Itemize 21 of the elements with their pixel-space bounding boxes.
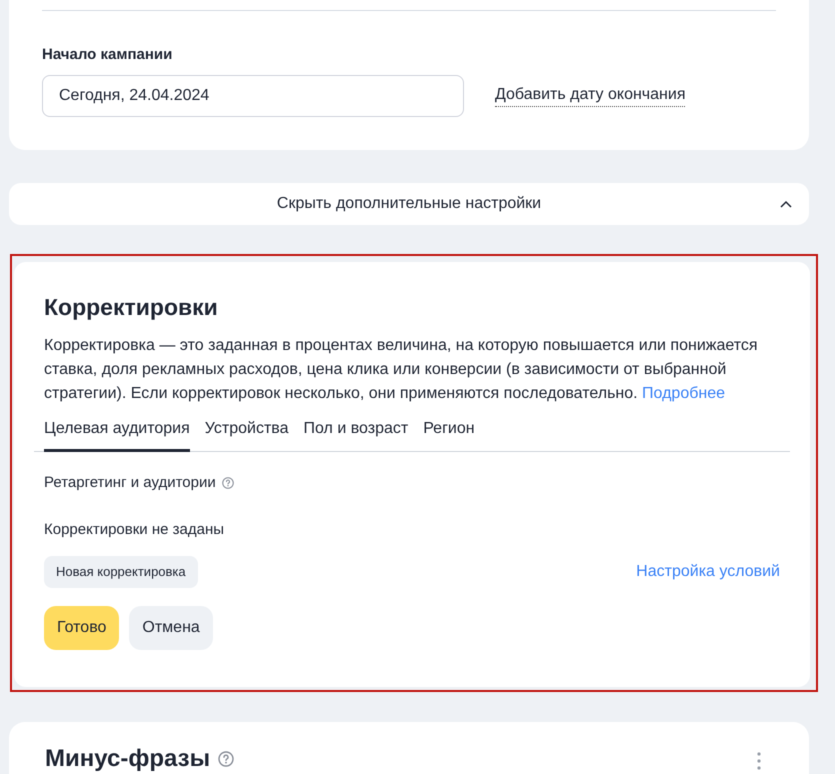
field-label: Начало кампании bbox=[42, 45, 174, 65]
new-adjustment-button[interactable]: Новая корректировка bbox=[44, 556, 198, 588]
tab[interactable]: Регион bbox=[423, 414, 475, 452]
toggle-settings-bar[interactable]: Скрыть дополнительные настройки bbox=[9, 182, 809, 224]
section-title: Минус-фразы bbox=[45, 744, 210, 774]
section-title: Корректировки bbox=[44, 292, 219, 322]
description-text: Корректировка — это заданная в процентах величина, на которую повышается или понижается ставка, доля рекламных расходов, цена клика или конверсии (в зависимости от выбранной стратегии). Если корректировок несколько, они применяются последовательно. Подробнее bbox=[44, 336, 759, 404]
conditions-link[interactable]: Настройка условий bbox=[636, 560, 780, 584]
tab[interactable]: Устройства bbox=[204, 414, 288, 452]
help-icon[interactable] bbox=[222, 476, 234, 489]
more-link[interactable]: Подробнее bbox=[642, 384, 726, 402]
tab[interactable]: Пол и возраст bbox=[303, 414, 408, 452]
add-end-date-link[interactable]: Добавить дату окончания bbox=[495, 84, 686, 107]
subsection-title: Ретаргетинг и аудитории bbox=[44, 472, 216, 492]
more-options-icon[interactable] bbox=[757, 752, 761, 770]
done-button[interactable]: Готово bbox=[44, 606, 120, 650]
tab[interactable]: Целевая аудитория bbox=[44, 414, 190, 452]
empty-state-text: Корректировки не заданы bbox=[44, 520, 226, 540]
help-icon[interactable] bbox=[218, 750, 234, 766]
cancel-button[interactable]: Отмена bbox=[129, 606, 213, 650]
date-field[interactable]: Сегодня, 24.04.2024 bbox=[42, 74, 464, 116]
